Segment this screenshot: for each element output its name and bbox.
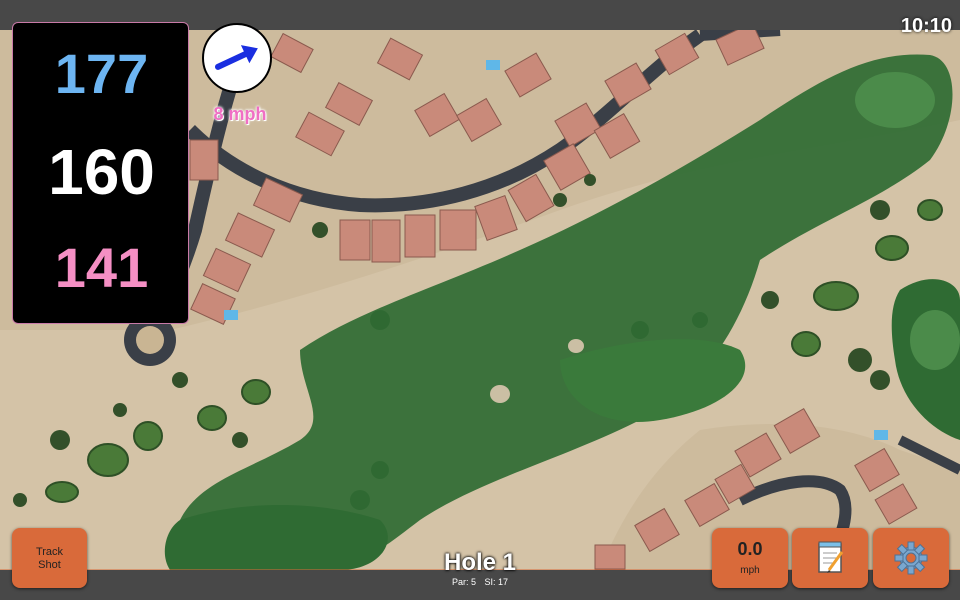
par-label: Par: 5	[451, 577, 476, 587]
gear-icon	[894, 541, 928, 575]
notes-button[interactable]	[792, 528, 868, 588]
track-shot-label-line2: Shot	[38, 559, 61, 571]
speed-value: 0.0	[737, 539, 763, 559]
track-shot-label-line1: Track	[35, 546, 64, 558]
wind-arrow-icon	[214, 45, 258, 70]
notepad-icon	[818, 541, 844, 573]
speed-button[interactable]: 0.0 mph	[712, 528, 788, 588]
wind-indicator	[202, 23, 272, 93]
hole-title: Hole 1	[443, 549, 517, 576]
back-yardage: 177	[54, 42, 149, 105]
clock: 10:10	[900, 15, 952, 37]
speed-unit: mph	[740, 565, 760, 576]
stroke-index-label: SI: 17	[484, 577, 509, 587]
yardage-panel: 177 160 141	[12, 22, 189, 324]
center-yardage: 160	[48, 136, 155, 208]
wind-speed: 8 mph	[213, 104, 267, 124]
front-yardage: 141	[54, 236, 149, 299]
track-shot-button[interactable]: Track Shot	[12, 528, 87, 588]
hole-info: Par: 5 SI: 17	[380, 577, 580, 587]
settings-button[interactable]	[873, 528, 949, 588]
